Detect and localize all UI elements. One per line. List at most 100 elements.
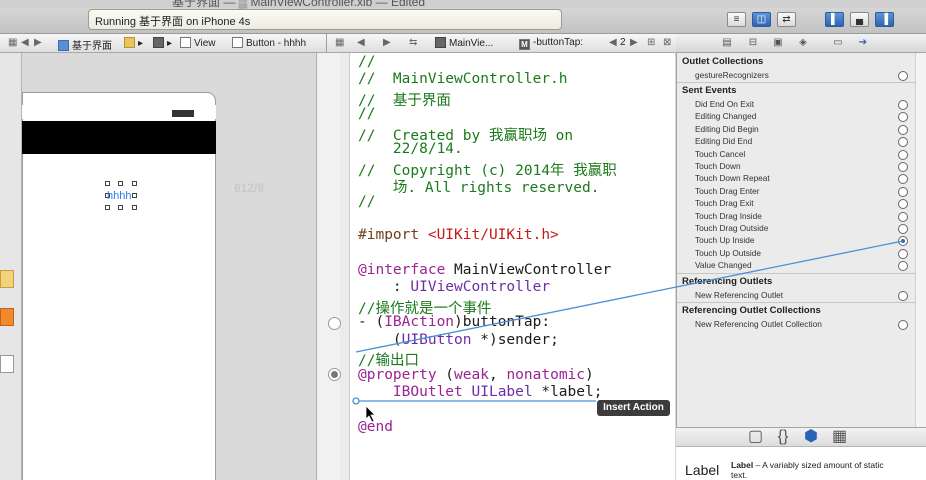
code-line: // <box>358 106 375 122</box>
section-divider <box>677 273 915 274</box>
first-responder-icon <box>0 308 14 326</box>
connection-row: Touch Down <box>695 161 741 171</box>
counterpart-count: 2 <box>620 37 626 48</box>
resize-handle[interactable] <box>132 193 137 198</box>
code-snippet-library-icon[interactable]: {} <box>776 429 790 445</box>
view-object-icon <box>0 355 14 373</box>
resize-handle[interactable] <box>118 181 123 186</box>
object-library-icon[interactable]: ⬢ <box>804 429 818 445</box>
inspector-scrollbar[interactable] <box>915 53 926 480</box>
connection-row: Editing Changed <box>695 111 757 122</box>
connection-well[interactable] <box>898 248 908 259</box>
object-library-panel: Label Label – A variably sized amount of… <box>676 447 926 480</box>
button-title: hhhh <box>107 190 132 202</box>
back-arrow-icon[interactable]: ◀ <box>21 37 29 48</box>
connection-well[interactable] <box>898 320 908 330</box>
connection-well[interactable] <box>898 224 908 234</box>
code-line: IBOutlet UILabel *label; <box>358 384 603 400</box>
code-token: *)sender; <box>471 332 559 348</box>
back-arrow-icon[interactable]: ◀ <box>357 37 365 48</box>
connection-row: Touch Drag Enter <box>695 185 760 196</box>
assistant-editor-button[interactable]: ◫ <box>752 12 771 27</box>
code-line: - (IBAction)buttonTap: <box>358 314 550 330</box>
connection-row: Editing Did Begin <box>695 123 759 134</box>
code-token: weak <box>454 367 489 383</box>
ghost-text: 612/8 <box>234 181 265 195</box>
identity-inspector-icon[interactable]: ▣ <box>771 37 785 49</box>
code-token: ( <box>358 332 402 348</box>
resize-handle[interactable] <box>105 205 110 210</box>
jumpbar-crumb-xib[interactable]: ▸ <box>153 37 172 49</box>
forward-arrow-icon[interactable]: ▶ <box>383 37 391 48</box>
connection-row: Touch Drag Outside <box>695 223 769 233</box>
resize-handle[interactable] <box>118 205 123 210</box>
resize-handle[interactable] <box>132 181 137 186</box>
resize-handle[interactable] <box>105 181 110 186</box>
code-token: 场. All rights reserved. <box>358 180 600 196</box>
jumpbar-crumb-button[interactable]: Button - hhhh <box>232 37 306 49</box>
forward-arrow-icon[interactable]: ▶ <box>34 37 42 48</box>
library-selector-bar: ▢ {} ⬢ ▦ <box>676 427 926 447</box>
project-icon <box>58 40 69 51</box>
code-line: // <box>358 54 375 70</box>
quick-help-icon[interactable]: ⊟ <box>746 37 760 49</box>
file-inspector-icon[interactable]: ▤ <box>720 37 734 49</box>
battery-icon <box>172 110 194 117</box>
resize-handle[interactable] <box>132 205 137 210</box>
connection-row: New Referencing Outlet Collection <box>695 319 822 329</box>
version-editor-button[interactable]: ⇄ <box>777 12 796 27</box>
action-connection-circle[interactable] <box>328 317 341 330</box>
connection-well[interactable] <box>898 149 908 160</box>
code-token: , <box>488 367 507 383</box>
connections-inspector-icon[interactable]: ➔ <box>856 37 870 49</box>
inspector-tabs: ▤ ⊟ ▣ ◈ ▭ ➔ <box>676 34 926 53</box>
attributes-inspector-icon[interactable]: ◈ <box>796 37 810 49</box>
connection-row: Did End On Exit <box>695 99 755 109</box>
navigator-toggle-button[interactable]: ▌ <box>825 12 844 27</box>
code-token: ( <box>436 367 455 383</box>
debug-area-toggle-button[interactable]: ▄ <box>850 12 869 27</box>
editor-jumpbar: ▦ ◀ ▶ 基于界面 ▸ ▸ View Button - hhhh <box>0 34 326 53</box>
counterparts-icon[interactable]: ⇆ <box>409 37 417 48</box>
connection-well[interactable] <box>898 100 908 110</box>
library-item[interactable]: Label – A variably sized amount of stati… <box>731 460 891 480</box>
code-token: UIViewController <box>410 279 551 295</box>
header-file-icon <box>435 37 446 48</box>
connection-well[interactable] <box>898 211 908 222</box>
connection-row: Touch Drag Inside <box>695 210 762 221</box>
size-inspector-icon[interactable]: ▭ <box>831 37 845 49</box>
next-counterpart-icon[interactable]: ▶ <box>630 37 638 48</box>
connection-well[interactable] <box>898 186 908 197</box>
connection-well[interactable] <box>898 162 908 172</box>
related-items-icon[interactable]: ▦ <box>8 37 17 48</box>
utilities-toggle-button[interactable]: ▐ <box>875 12 894 27</box>
related-items-icon[interactable]: ▦ <box>335 37 344 48</box>
assistant-crumb-method[interactable]: M -buttonTap: <box>519 37 583 50</box>
jumpbar-crumb-view[interactable]: View <box>180 37 216 49</box>
close-assistant-icon[interactable]: ⊠ <box>663 37 671 48</box>
xib-file-icon <box>153 37 164 48</box>
code-token: UILabel <box>471 384 533 400</box>
connection-row: Touch Down Repeat <box>695 173 770 184</box>
jumpbar-crumb-folder[interactable]: ▸ <box>124 37 143 49</box>
connection-well[interactable] <box>898 291 908 301</box>
code-line: #import <UIKit/UIKit.h> <box>358 227 559 243</box>
connection-well[interactable] <box>898 71 908 81</box>
code-token: // MainViewController.h <box>358 71 568 87</box>
standard-editor-button[interactable]: ≡ <box>727 12 746 27</box>
code-token: *label; <box>532 384 603 400</box>
code-token: IBOutlet <box>392 384 463 400</box>
media-library-icon[interactable]: ▦ <box>832 429 847 445</box>
connection-well[interactable] <box>898 124 908 135</box>
code-token: ) <box>585 367 594 383</box>
code-token: UIButton <box>401 332 472 348</box>
add-assistant-icon[interactable]: ⊞ <box>647 37 655 48</box>
inspector-section-title: Referencing Outlets <box>682 276 773 287</box>
previous-counterpart-icon[interactable]: ◀ <box>609 37 617 48</box>
assistant-crumb-file[interactable]: MainVie... <box>435 37 493 49</box>
file-template-library-icon[interactable]: ▢ <box>748 429 763 445</box>
jumpbar-crumb-project[interactable]: 基于界面 <box>58 37 112 52</box>
outlet-connection-circle[interactable] <box>328 368 341 381</box>
section-divider <box>677 82 915 83</box>
